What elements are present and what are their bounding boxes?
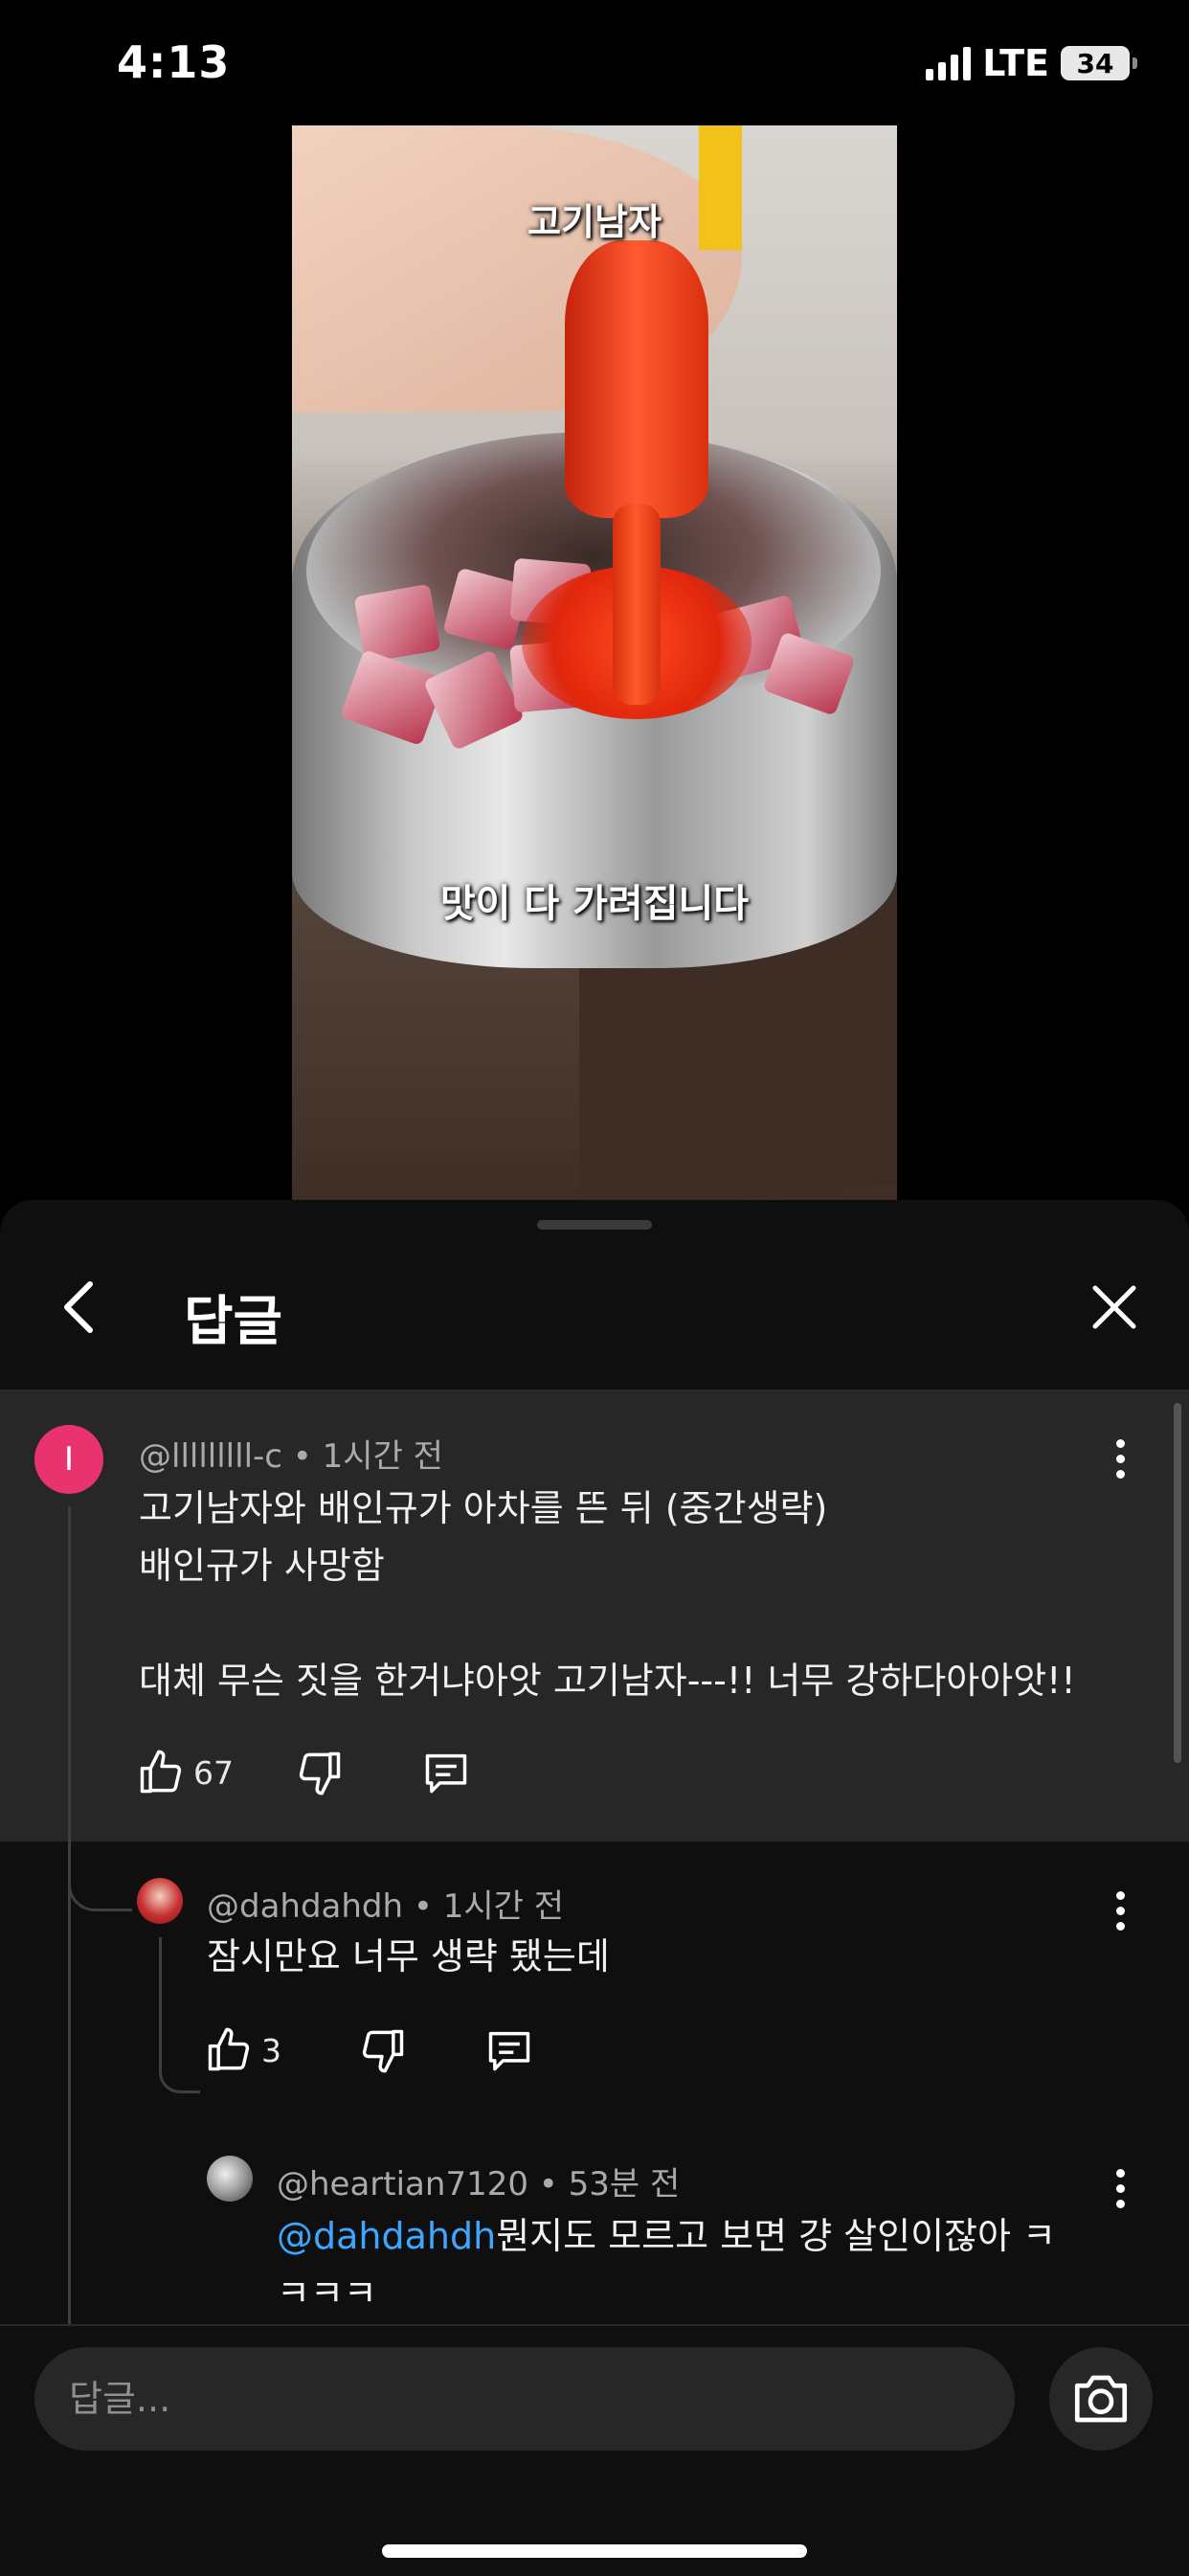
drag-handle[interactable]	[537, 1220, 652, 1230]
comment-line: 대체 무슨 짓을 한거냐아앗 고기남자---!! 너무 강하다아아앗!!	[139, 1660, 1076, 1702]
comment-line: 잠시만요 너무 생략 됐는데	[207, 1935, 610, 1977]
comment-meta: @lllllllll-c • 1시간 전	[139, 1437, 443, 1476]
comment-author[interactable]: @heartian7120	[277, 2165, 528, 2203]
avatar-initial: I	[63, 1440, 75, 1479]
scrollbar[interactable]	[1174, 1403, 1181, 1763]
battery-icon: 34	[1061, 46, 1137, 80]
like-button[interactable]: 3	[204, 2022, 281, 2079]
reply-thread[interactable]: I @lllllllll-c • 1시간 전 고기남자와 배인규가 아차를 뜬 …	[0, 1391, 1189, 2324]
comment-meta: @heartian7120 • 53분 전	[277, 2165, 681, 2203]
comment-icon	[488, 2031, 530, 2071]
more-options-button[interactable]	[1101, 1430, 1139, 1487]
sheet-title: 답글	[184, 1291, 283, 1353]
status-time: 4:13	[117, 36, 231, 88]
reply-button[interactable]	[421, 1744, 471, 1801]
more-options-button[interactable]	[1101, 1882, 1139, 1939]
thumbs-up-icon	[140, 1750, 182, 1794]
chevron-left-icon	[64, 1281, 93, 1333]
battery-level: 34	[1076, 47, 1114, 79]
comment-time: 53분 전	[568, 2165, 681, 2203]
video-player[interactable]: 고기남자 맛이 다 가려집니다	[292, 125, 897, 1200]
camera-button[interactable]	[1049, 2347, 1153, 2451]
thumbs-down-icon	[362, 2029, 404, 2073]
comment-line: 배인규가 사망함	[139, 1545, 385, 1587]
like-count: 3	[261, 2031, 281, 2069]
comment-body: 잠시만요 너무 생략 됐는데	[207, 1928, 610, 1985]
status-indicators: LTE 34	[926, 42, 1137, 84]
like-count: 67	[193, 1753, 234, 1792]
close-button[interactable]	[1080, 1273, 1149, 1342]
video-caption-top: 고기남자	[527, 201, 662, 243]
comment-author[interactable]: @dahdahdh	[207, 1887, 403, 1926]
mention-link[interactable]: @dahdahdh	[277, 2215, 496, 2257]
avatar[interactable]	[207, 2156, 253, 2202]
ketchup-bottle	[565, 240, 708, 518]
comment-body: @dahdahdh뭔지도 모르고 보면 걍 살인이잖아 ㅋ ㅋㅋㅋ	[277, 2207, 1056, 2322]
home-indicator	[382, 2544, 807, 2558]
close-icon	[1092, 1285, 1136, 1329]
comment-line: ㅋㅋㅋ	[277, 2272, 377, 2315]
more-options-button[interactable]	[1101, 2159, 1139, 2217]
avatar[interactable]	[137, 1878, 183, 1924]
signal-icon	[926, 46, 972, 80]
thumbs-down-icon	[299, 1751, 341, 1796]
back-button[interactable]	[48, 1273, 117, 1342]
dislike-button[interactable]	[295, 1744, 345, 1801]
camera-icon	[1074, 2375, 1128, 2423]
network-type: LTE	[982, 42, 1049, 84]
sauce-stream	[613, 504, 661, 705]
reply-composer: 답글...	[0, 2324, 1189, 2576]
thread-line	[159, 1937, 162, 2071]
thread-connector	[68, 1842, 132, 1911]
sheet-header: 답글	[0, 1257, 1189, 1365]
comment-meta: @dahdahdh • 1시간 전	[207, 1887, 565, 1926]
comment-time: 1시간 전	[322, 1437, 443, 1476]
thread-line	[68, 1506, 71, 2324]
comment-time: 1시간 전	[442, 1887, 565, 1926]
comment-icon	[425, 1753, 467, 1794]
comment-line: 고기남자와 배인규가 아차를 뜬 뒤 (중간생략)	[139, 1487, 828, 1529]
reply-button[interactable]	[484, 2022, 534, 2079]
thumbs-up-icon	[208, 2027, 250, 2071]
comment-actions: 67	[136, 1744, 471, 1801]
reply-input[interactable]: 답글...	[34, 2347, 1015, 2451]
like-button[interactable]: 67	[136, 1744, 234, 1801]
comment-body: 고기남자와 배인규가 아차를 뜬 뒤 (중간생략) 배인규가 사망함 대체 무슨…	[139, 1480, 1076, 1709]
thread-connector	[159, 2062, 200, 2093]
dislike-button[interactable]	[358, 2022, 408, 2079]
comment-line-blank	[139, 1594, 1076, 1652]
video-caption-bottom: 맛이 다 가려집니다	[439, 882, 750, 926]
avatar[interactable]: I	[34, 1425, 103, 1494]
comment-author[interactable]: @lllllllll-c	[139, 1437, 282, 1476]
comment-line: @dahdahdh뭔지도 모르고 보면 걍 살인이잖아 ㅋ	[277, 2215, 1056, 2257]
comment-actions: 3	[204, 2022, 534, 2079]
